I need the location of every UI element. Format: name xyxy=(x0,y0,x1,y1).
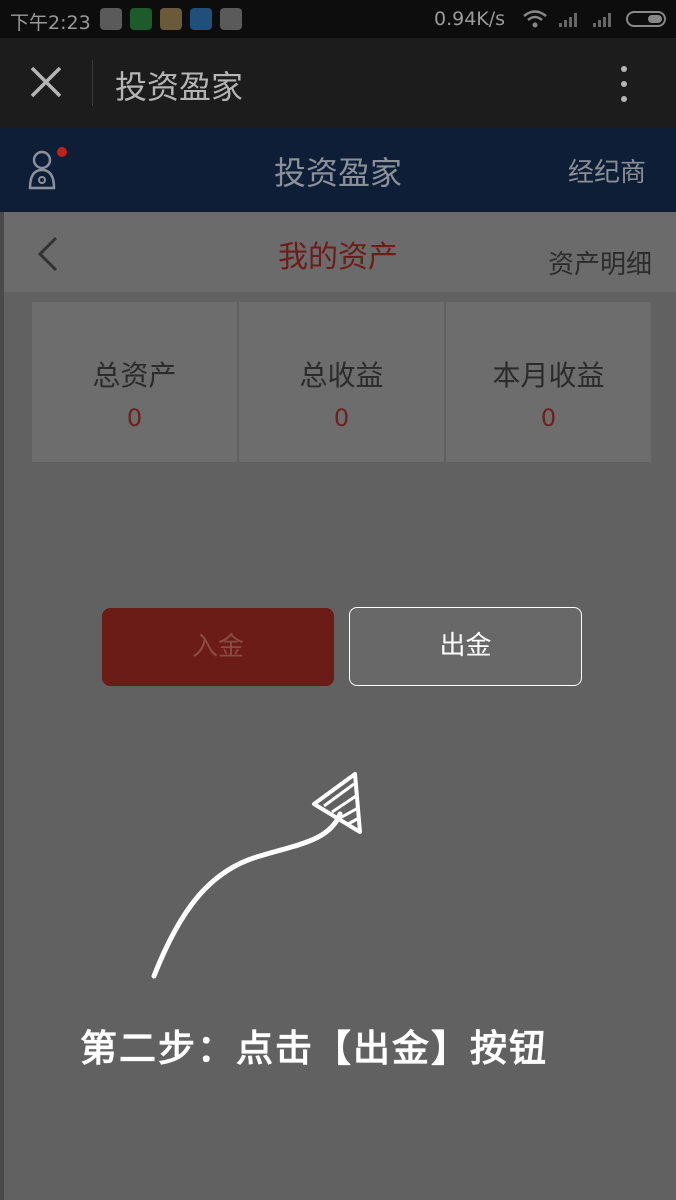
asset-value: 0 xyxy=(126,404,143,432)
close-icon[interactable] xyxy=(26,62,66,102)
asset-label: 本月收益 xyxy=(492,359,605,392)
app-header: 投资盈家 经纪商 xyxy=(0,128,676,212)
status-bar: 下午2:23 0.94K/s xyxy=(0,0,676,38)
asset-card-profit: 总收益 0 xyxy=(239,302,444,462)
broker-link[interactable]: 经纪商 xyxy=(568,152,646,189)
chat-icon xyxy=(190,8,212,30)
play-store-icon xyxy=(100,8,122,30)
status-time: 下午2:23 xyxy=(10,12,91,34)
page-navbar: 我的资产 资产明细 xyxy=(0,212,676,292)
browser-icon xyxy=(160,8,182,30)
guide-instruction: 第二步：点击【出金】按钮 xyxy=(80,1027,548,1070)
title-divider xyxy=(92,60,93,106)
system-icons xyxy=(522,9,666,29)
more-icon[interactable] xyxy=(614,64,634,104)
phone-icon xyxy=(130,8,152,30)
battery-icon xyxy=(626,11,666,27)
asset-value: 0 xyxy=(333,404,350,432)
asset-label: 总资产 xyxy=(92,359,177,392)
asset-value: 0 xyxy=(540,404,557,432)
notification-icons xyxy=(100,8,242,30)
title-bar: 投资盈家 xyxy=(0,38,676,128)
withdraw-button[interactable]: 出金 xyxy=(349,607,582,686)
play-store-icon xyxy=(220,8,242,30)
signal-icon xyxy=(559,13,577,27)
signal-icon xyxy=(593,13,611,27)
asset-summary: 总资产 0 总收益 0 本月收益 0 xyxy=(32,302,651,462)
page-edge xyxy=(0,212,4,1200)
wifi-icon xyxy=(523,10,547,28)
asset-card-total: 总资产 0 xyxy=(32,302,237,462)
deposit-button[interactable]: 入金 xyxy=(102,608,334,686)
network-speed: 0.94K/s xyxy=(434,8,506,30)
guide-arrow-icon xyxy=(151,772,362,979)
asset-detail-link[interactable]: 资产明细 xyxy=(548,244,652,281)
app-title: 投资盈家 xyxy=(115,68,244,106)
asset-label: 总收益 xyxy=(299,359,384,392)
asset-card-month-profit: 本月收益 0 xyxy=(446,302,651,462)
